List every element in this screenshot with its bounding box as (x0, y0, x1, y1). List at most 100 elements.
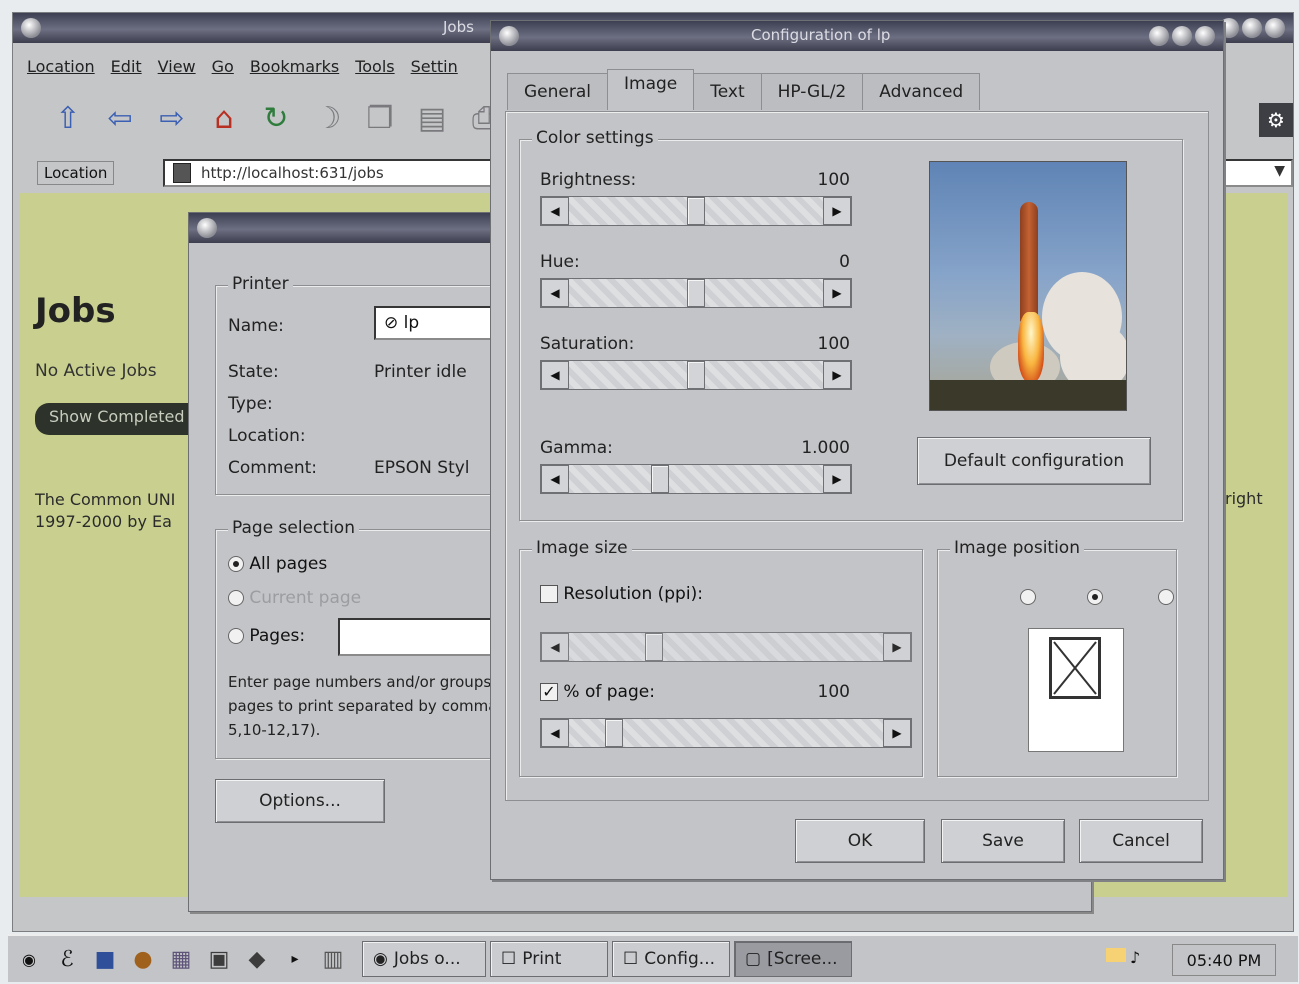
position-top-center-radio[interactable] (1087, 588, 1104, 605)
task-config[interactable]: ☐ Config... (612, 941, 730, 977)
konqueror-gear-icon[interactable]: ⚙ (1259, 103, 1293, 137)
options-button[interactable]: Options... (215, 779, 385, 823)
resolution-slider[interactable]: ◀ ▶ (540, 632, 912, 662)
help-icon[interactable]: ◆ (240, 942, 274, 976)
kde-menu-icon[interactable]: ℰ (50, 942, 84, 976)
saturation-slider-thumb[interactable] (687, 361, 705, 389)
task-screenshot[interactable]: ▢ [Scree... (734, 941, 852, 977)
copy-icon[interactable]: ❐ (361, 101, 399, 136)
resolution-slider-thumb[interactable] (645, 633, 663, 661)
slider-right-arrow-icon[interactable]: ▶ (883, 633, 911, 661)
slider-left-arrow-icon[interactable]: ◀ (541, 197, 569, 225)
tab-hpgl2[interactable]: HP-GL/2 (760, 73, 864, 110)
window-menu-icon[interactable] (197, 218, 217, 238)
image-position-title: Image position (950, 538, 1084, 558)
slider-right-arrow-icon[interactable]: ▶ (823, 197, 851, 225)
current-page-radio[interactable] (228, 590, 244, 606)
position-preview (1028, 628, 1124, 752)
position-top-right-radio[interactable] (1158, 588, 1175, 605)
hue-slider[interactable]: ◀ ▶ (540, 278, 852, 308)
menu-view[interactable]: View (158, 57, 196, 85)
saturation-slider[interactable]: ◀ ▶ (540, 360, 852, 390)
reload-icon[interactable]: ↻ (257, 101, 295, 136)
resolution-checkbox[interactable] (540, 585, 558, 603)
home-icon[interactable]: ⌂ (205, 101, 243, 136)
stop-icon[interactable]: ☽ (309, 101, 347, 136)
konqueror-icon[interactable]: ● (126, 942, 160, 976)
back-icon[interactable]: ⇦ (101, 101, 139, 136)
all-pages-option[interactable]: All pages (228, 554, 327, 574)
slider-left-arrow-icon[interactable]: ◀ (541, 633, 569, 661)
desktop-icon[interactable]: ■ (88, 942, 122, 976)
slider-left-arrow-icon[interactable]: ◀ (541, 719, 569, 747)
pages-radio[interactable] (228, 628, 244, 644)
tray-flag-icon[interactable] (1106, 948, 1126, 962)
brightness-slider-thumb[interactable] (687, 197, 705, 225)
paste-icon[interactable]: ▤ (413, 101, 451, 136)
panel-arrow-icon[interactable]: ▸ (278, 942, 312, 976)
slider-left-arrow-icon[interactable]: ◀ (541, 361, 569, 389)
tray-bell-icon[interactable]: ♪ (1130, 948, 1140, 967)
clock[interactable]: 05:40 PM (1172, 944, 1276, 976)
slider-left-arrow-icon[interactable]: ◀ (541, 465, 569, 493)
pages-option[interactable]: Pages: (228, 626, 305, 646)
shuttle-shape (1020, 202, 1038, 322)
menu-location[interactable]: Location (27, 57, 95, 85)
slider-right-arrow-icon[interactable]: ▶ (883, 719, 911, 747)
tab-advanced[interactable]: Advanced (862, 73, 981, 110)
menu-edit[interactable]: Edit (111, 57, 142, 85)
percent-of-page-slider-thumb[interactable] (605, 719, 623, 747)
ok-button[interactable]: OK (795, 819, 925, 863)
resolution-option[interactable]: Resolution (ppi): (540, 584, 703, 604)
configuration-dialog: Configuration of lp General Image Text H… (490, 20, 1224, 880)
percent-of-page-slider[interactable]: ◀ ▶ (540, 718, 912, 748)
gamma-slider-thumb[interactable] (651, 465, 669, 493)
menu-tools[interactable]: Tools (355, 57, 394, 85)
task-print[interactable]: ☐ Print (490, 941, 608, 977)
all-pages-radio[interactable] (228, 556, 244, 572)
comment-label: Comment: (228, 458, 318, 478)
chevron-down-icon[interactable]: ▼ (1274, 163, 1285, 179)
position-top-left-radio[interactable] (1020, 588, 1036, 605)
task-jobs[interactable]: ◉ Jobs o... (362, 941, 486, 977)
brightness-slider[interactable]: ◀ ▶ (540, 196, 852, 226)
maximize-icon[interactable] (1242, 18, 1262, 38)
slider-right-arrow-icon[interactable]: ▶ (823, 465, 851, 493)
default-configuration-button[interactable]: Default configuration (917, 437, 1151, 485)
up-icon[interactable]: ⇧ (49, 101, 87, 136)
task-print-label: Print (522, 949, 562, 969)
close-icon[interactable] (1265, 18, 1285, 38)
current-page-label: Current page (249, 588, 362, 608)
terminal-icon[interactable]: ▣ (202, 942, 236, 976)
current-page-option[interactable]: Current page (228, 588, 361, 608)
menu-bookmarks[interactable]: Bookmarks (250, 57, 339, 85)
tab-text[interactable]: Text (693, 73, 762, 110)
config-dialog-titlebar[interactable]: Configuration of lp (491, 21, 1223, 51)
slider-right-arrow-icon[interactable]: ▶ (823, 279, 851, 307)
save-button[interactable]: Save (941, 819, 1065, 863)
hue-label: Hue: (540, 252, 580, 272)
tab-image[interactable]: Image (607, 69, 695, 110)
maximize-icon[interactable] (1172, 26, 1192, 46)
panel-handle-icon[interactable]: ◉ (12, 942, 46, 976)
window-menu-icon[interactable] (21, 18, 41, 38)
menu-settings[interactable]: Settin (411, 57, 458, 85)
control-center-icon[interactable]: ▦ (164, 942, 198, 976)
window-menu-icon[interactable] (499, 26, 519, 46)
cancel-button[interactable]: Cancel (1079, 819, 1203, 863)
gamma-value: 1.000 (801, 438, 850, 458)
forward-icon[interactable]: ⇨ (153, 101, 191, 136)
menu-go[interactable]: Go (212, 57, 234, 85)
slider-left-arrow-icon[interactable]: ◀ (541, 279, 569, 307)
pager-icon[interactable]: ▥ (316, 942, 350, 976)
hue-slider-thumb[interactable] (687, 279, 705, 307)
slider-right-arrow-icon[interactable]: ▶ (823, 361, 851, 389)
percent-of-page-option[interactable]: ✓ % of page: (540, 682, 655, 702)
minimize-icon[interactable] (1149, 26, 1169, 46)
browser-menubar: Location Edit View Go Bookmarks Tools Se… (13, 57, 458, 85)
percent-of-page-checkbox[interactable]: ✓ (540, 683, 558, 701)
task-jobs-label: Jobs o... (393, 949, 461, 969)
close-icon[interactable] (1195, 26, 1215, 46)
gamma-slider[interactable]: ◀ ▶ (540, 464, 852, 494)
tab-general[interactable]: General (507, 73, 608, 110)
